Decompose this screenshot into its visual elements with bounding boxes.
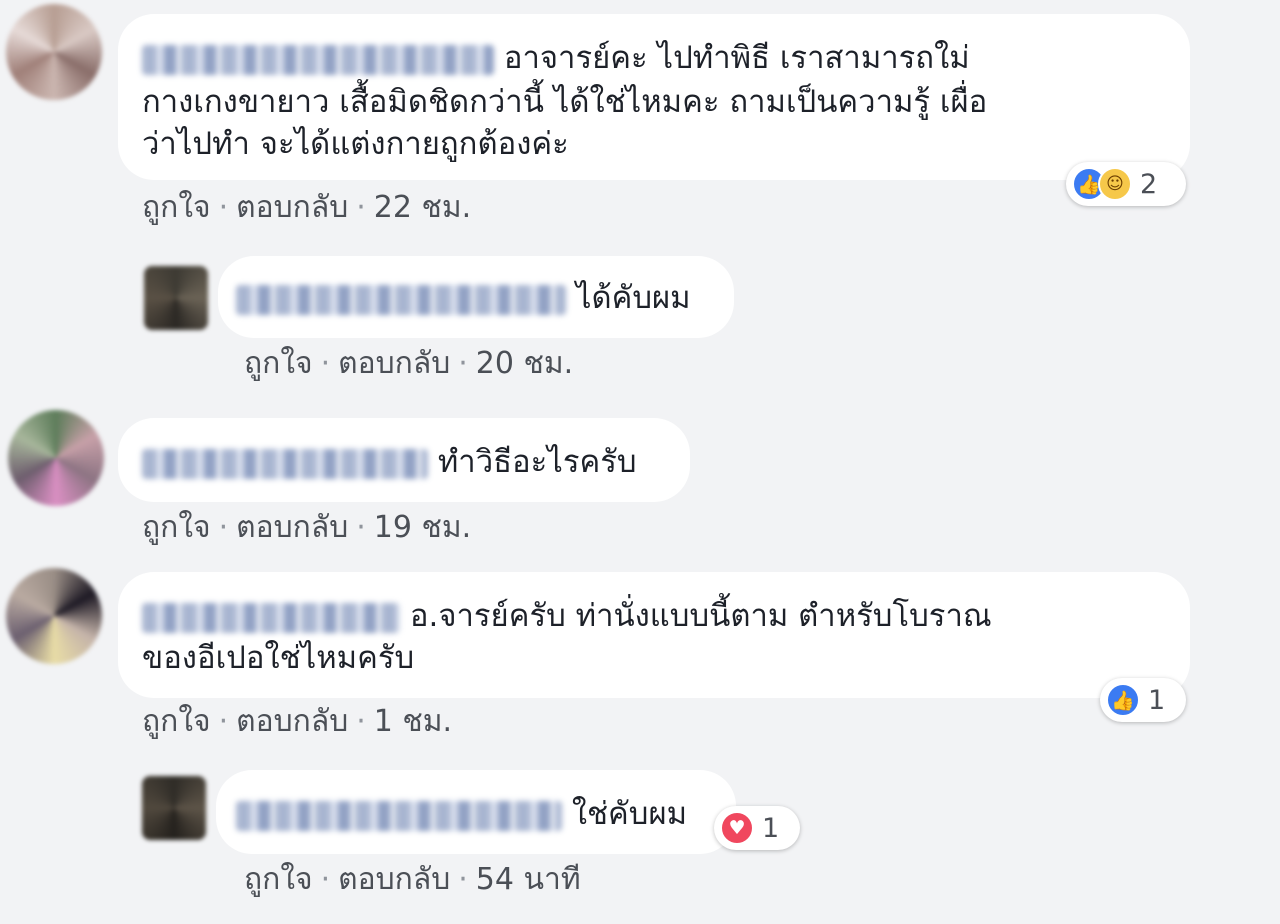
avatar[interactable]	[142, 776, 206, 840]
reply-button[interactable]: ตอบกลับ	[338, 346, 450, 381]
comment-actions: ถูกใจ · ตอบกลับ · 1 ชม.	[142, 702, 452, 742]
comment-text: อาจารย์คะ ไปทำพิธี เราสามารถใม่	[142, 36, 970, 80]
like-button[interactable]: ถูกใจ	[142, 704, 211, 739]
comment-actions: ถูกใจ · ตอบกลับ · 54 นาที	[244, 860, 581, 900]
commenter-name[interactable]	[142, 602, 400, 633]
comment-text-line: กางเกงขายาว เสื้อมิดชิดกว่านี้ ได้ใช่ไหม…	[142, 84, 988, 120]
timestamp[interactable]: 19 ชม.	[374, 510, 471, 545]
comment-actions: ถูกใจ · ตอบกลับ · 19 ชม.	[142, 508, 471, 548]
like-icon: 👍	[1106, 683, 1140, 717]
comment-text: ใช่คับผม	[236, 792, 687, 836]
reaction-count: 1	[1148, 684, 1166, 716]
like-button[interactable]: ถูกใจ	[142, 510, 211, 545]
comment-text-line: ของอีเปอใช่ไหมครับ	[142, 640, 415, 676]
commenter-name[interactable]	[236, 284, 566, 315]
comment-text: อ.จารย์ครับ ท่านั่งแบบนี้ตาม ตำหรับโบราณ	[142, 594, 992, 638]
avatar[interactable]	[8, 410, 104, 506]
separator: ·	[218, 510, 229, 545]
separator: ·	[218, 190, 229, 225]
separator: ·	[320, 862, 331, 897]
commenter-name[interactable]	[142, 44, 494, 75]
commenter-name[interactable]	[236, 800, 562, 831]
reply-button[interactable]: ตอบกลับ	[338, 862, 450, 897]
comment-actions: ถูกใจ · ตอบกลับ · 22 ชม.	[142, 188, 471, 228]
commenter-name[interactable]	[142, 448, 428, 479]
avatar[interactable]	[6, 568, 102, 664]
reply-button[interactable]: ตอบกลับ	[236, 510, 348, 545]
reaction-summary[interactable]: 👍 ☺ 2	[1066, 162, 1186, 206]
separator: ·	[458, 346, 468, 381]
timestamp[interactable]: 20 ชม.	[476, 346, 573, 381]
comment-text-line: ว่าไปทำ จะได้แต่งกายถูกต้องค่ะ	[142, 126, 569, 162]
avatar[interactable]	[6, 4, 102, 100]
love-icon: ♥	[720, 811, 754, 845]
reaction-summary[interactable]: 👍 1	[1100, 678, 1186, 722]
like-button[interactable]: ถูกใจ	[142, 190, 211, 225]
timestamp[interactable]: 22 ชม.	[374, 190, 471, 225]
reaction-count: 1	[762, 812, 780, 844]
separator: ·	[218, 704, 229, 739]
separator: ·	[356, 704, 366, 739]
comment-text: ทำวิธีอะไรครับ	[142, 440, 637, 484]
comment-text: ได้คับผม	[236, 276, 691, 320]
reaction-summary[interactable]: ♥ 1	[714, 806, 800, 850]
separator: ·	[356, 510, 366, 545]
separator: ·	[458, 862, 468, 897]
reaction-count: 2	[1140, 168, 1158, 200]
separator: ·	[320, 346, 331, 381]
reply-button[interactable]: ตอบกลับ	[236, 190, 348, 225]
like-button[interactable]: ถูกใจ	[244, 346, 313, 381]
reply-button[interactable]: ตอบกลับ	[236, 704, 348, 739]
comment-actions: ถูกใจ · ตอบกลับ · 20 ชม.	[244, 344, 573, 384]
haha-icon: ☺	[1098, 167, 1132, 201]
timestamp[interactable]: 54 นาที	[476, 862, 581, 897]
like-button[interactable]: ถูกใจ	[244, 862, 313, 897]
timestamp[interactable]: 1 ชม.	[374, 704, 452, 739]
separator: ·	[356, 190, 366, 225]
avatar[interactable]	[144, 266, 208, 330]
